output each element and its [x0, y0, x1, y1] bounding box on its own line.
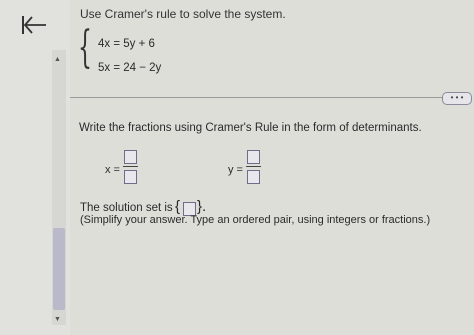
system-brace: {: [78, 22, 92, 73]
scroll-up-arrow-icon[interactable]: ▲: [54, 56, 61, 63]
scrollbar-thumb[interactable]: [53, 228, 65, 310]
equation-2: 5x = 24 − 2y: [98, 62, 162, 74]
y-numerator-input[interactable]: [247, 150, 260, 164]
question-prompt: Use Cramer's rule to solve the system.: [80, 7, 286, 21]
solution-set-label: The solution set is: [80, 202, 173, 214]
x-denominator-input[interactable]: [124, 170, 137, 184]
question-panel: Use Cramer's rule to solve the system. {…: [70, 0, 474, 335]
left-panel: ▲ ▼: [0, 0, 70, 335]
back-to-start-icon[interactable]: [18, 12, 52, 40]
x-fraction-bar: [123, 166, 138, 167]
x-label: x =: [105, 164, 120, 176]
x-numerator-input[interactable]: [124, 150, 137, 164]
instructions-text: Write the fractions using Cramer's Rule …: [79, 122, 422, 134]
y-label: y =: [228, 164, 243, 176]
y-fraction-bar: [246, 166, 261, 167]
equation-1: 4x = 5y + 6: [98, 38, 155, 50]
more-options-button[interactable]: • • •: [442, 92, 472, 105]
solution-close-brace: }.: [197, 198, 207, 215]
answer-hint: (Simplify your answer. Type an ordered p…: [80, 214, 431, 226]
section-divider: [70, 97, 470, 98]
solution-open-brace: {: [175, 198, 181, 215]
scroll-down-arrow-icon[interactable]: ▼: [54, 316, 61, 323]
y-denominator-input[interactable]: [247, 170, 260, 184]
